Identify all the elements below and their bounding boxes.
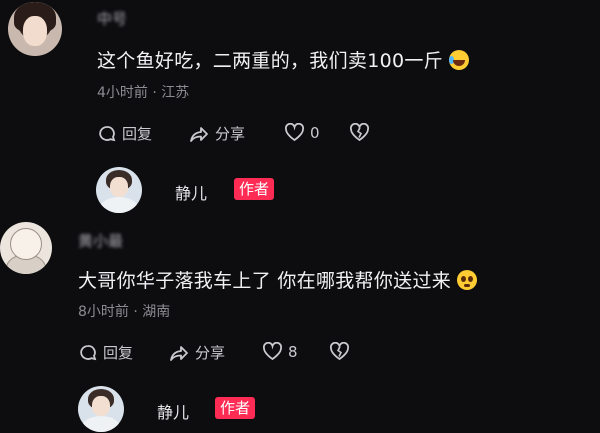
pleading-face-emoji-icon — [457, 270, 478, 290]
comment-username[interactable]: 中号 — [97, 8, 127, 29]
dislike-button[interactable] — [329, 342, 350, 361]
share-icon — [190, 126, 208, 142]
author-name[interactable]: 静儿 — [175, 180, 207, 204]
broken-heart-icon — [330, 342, 349, 361]
reply-button[interactable]: 回复 — [78, 342, 133, 363]
heart-icon — [263, 342, 282, 361]
comment-meta: 4小时前 · 江苏 — [97, 85, 190, 101]
avatar[interactable] — [8, 2, 62, 56]
like-button[interactable]: 0 — [284, 123, 320, 142]
broken-heart-icon — [350, 123, 369, 142]
comment-meta: 8小时前 · 湖南 — [78, 304, 171, 320]
comment-text: 这个鱼好吃，二两重的，我们卖100一斤 — [97, 46, 470, 73]
dislike-button[interactable] — [349, 123, 370, 142]
share-icon — [170, 345, 188, 361]
comment-text: 大哥你华子落我车上了 你在哪我帮你送过来 — [78, 266, 478, 293]
share-button[interactable]: 分享 — [188, 123, 245, 144]
laughing-crying-emoji-icon — [449, 50, 470, 70]
author-badge: 作者 — [234, 178, 275, 200]
author-name[interactable]: 静儿 — [157, 399, 189, 423]
comment-username[interactable]: 黄小最 — [78, 230, 123, 251]
heart-icon — [285, 123, 304, 142]
share-button[interactable]: 分享 — [168, 342, 225, 363]
author-badge: 作者 — [215, 397, 256, 419]
author-avatar[interactable] — [96, 167, 142, 213]
reply-icon — [99, 125, 116, 141]
reply-button[interactable]: 回复 — [97, 123, 152, 144]
author-avatar[interactable] — [78, 386, 124, 432]
like-button[interactable]: 8 — [262, 342, 298, 361]
reply-icon — [80, 344, 97, 360]
avatar[interactable] — [0, 222, 52, 274]
